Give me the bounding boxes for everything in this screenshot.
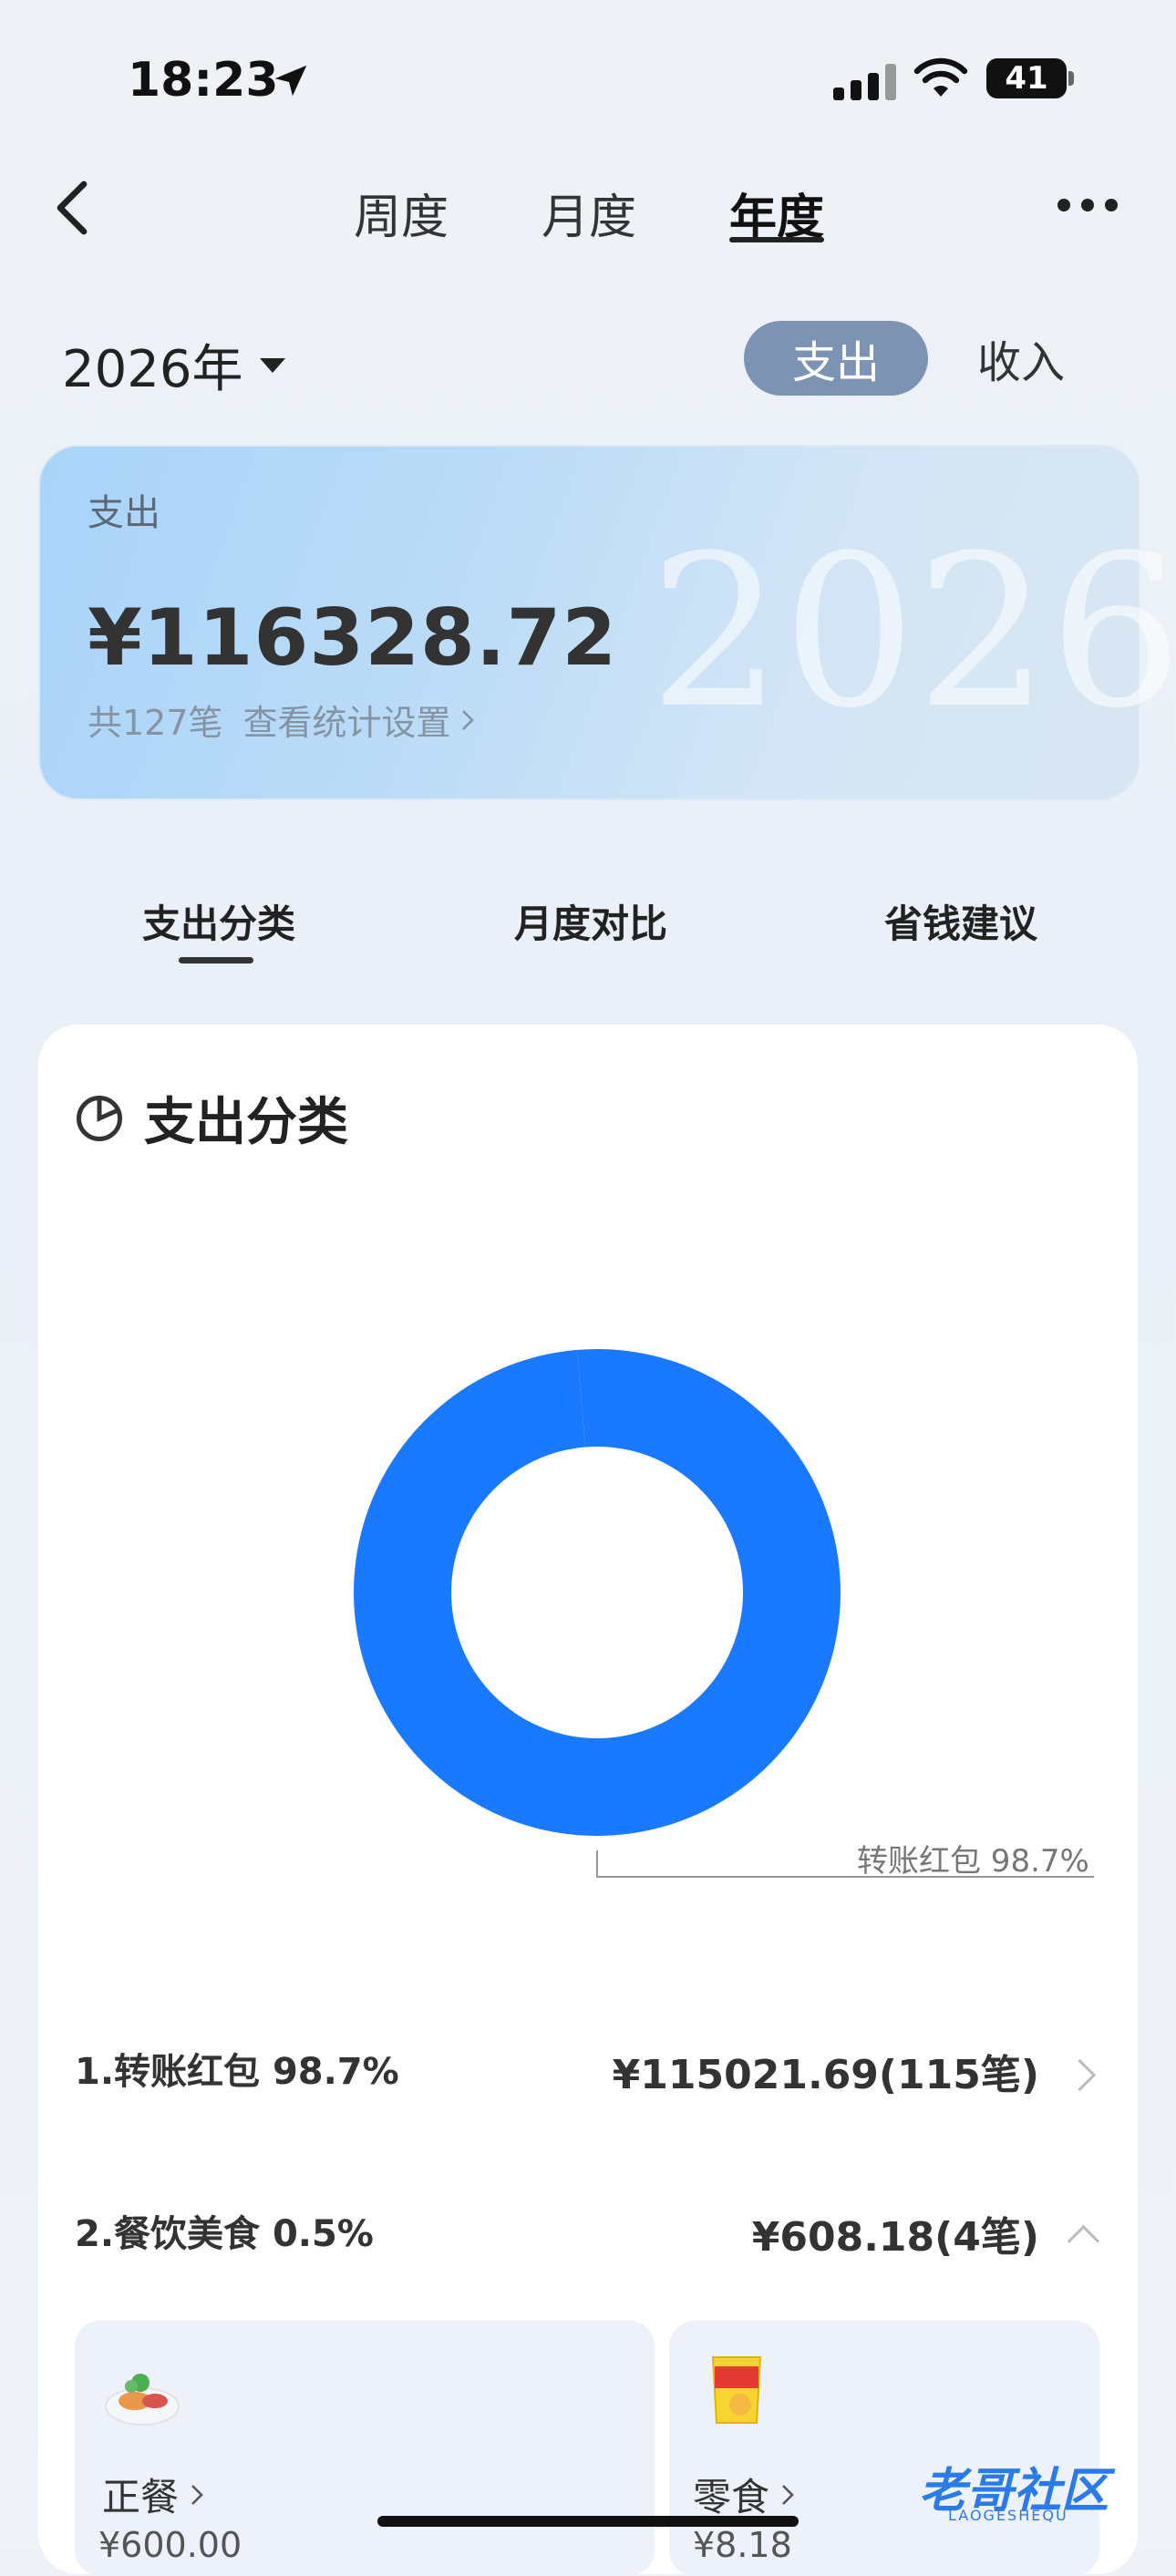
category-row-1-amount[interactable]: ¥115021.69(115笔) — [613, 2042, 1039, 2100]
section-tab-saving-tips[interactable]: 省钱建议 — [884, 893, 1037, 949]
watermark-logo-subtext: LAOGESHEQU — [948, 2507, 1068, 2524]
tab-active-underline — [729, 237, 824, 242]
battery-indicator: 41 — [986, 58, 1067, 98]
home-indicator[interactable] — [377, 2516, 799, 2527]
category-row-2-amount[interactable]: ¥608.18(4笔) — [752, 2204, 1039, 2262]
subcategory-snack-amount: ¥8.18 — [693, 2525, 792, 2565]
wifi-icon — [913, 57, 968, 97]
summary-meta: 共127笔 查看统计设置 — [88, 695, 475, 745]
year-watermark: 2026 — [649, 511, 1176, 755]
location-arrow-icon — [274, 65, 307, 97]
year-value: 2026年 — [62, 340, 243, 399]
more-options-icon[interactable] — [1057, 199, 1118, 211]
cellular-signal-icon — [833, 60, 896, 100]
section-tab-category[interactable]: 支出分类 — [142, 893, 295, 949]
stats-settings-link[interactable]: 查看统计设置 — [243, 695, 475, 745]
income-toggle-button[interactable]: 收入 — [948, 321, 1094, 396]
tab-weekly[interactable]: 周度 — [354, 179, 449, 247]
expense-toggle-button[interactable]: 支出 — [744, 321, 928, 396]
section-tab-underline — [179, 957, 253, 963]
category-row-1-label[interactable]: 1.转账红包 98.7% — [75, 2042, 399, 2095]
pie-chart-icon — [77, 1095, 122, 1141]
snack-icon — [711, 2356, 762, 2424]
subcategory-meal-amount: ¥600.00 — [98, 2525, 242, 2565]
card-title-text: 支出分类 — [144, 1093, 348, 1152]
battery-cap — [1068, 71, 1074, 86]
category-row-2-label[interactable]: 2.餐饮美食 0.5% — [75, 2204, 374, 2257]
subcategory-meal-name[interactable]: 正餐 — [102, 2467, 204, 2522]
subcategory-meal-label: 正餐 — [102, 2475, 180, 2519]
section-tab-monthly-compare[interactable]: 月度对比 — [514, 893, 667, 949]
meal-icon — [105, 2374, 180, 2426]
chevron-right-icon — [782, 2484, 794, 2505]
year-dropdown[interactable]: 2026年 — [62, 328, 285, 402]
subcategory-snack-label: 零食 — [693, 2475, 770, 2519]
transaction-count: 共127笔 — [88, 703, 223, 743]
subcategory-snack-name[interactable]: 零食 — [693, 2467, 795, 2522]
card-title: 支出分类 — [75, 1081, 348, 1155]
caret-down-icon — [259, 357, 285, 373]
status-time: 18:23 — [128, 53, 279, 108]
donut-chart[interactable] — [354, 1349, 841, 1836]
chevron-right-icon — [191, 2484, 203, 2505]
chevron-right-icon — [461, 709, 474, 730]
stats-settings-label: 查看统计设置 — [242, 703, 451, 743]
tab-monthly[interactable]: 月度 — [542, 179, 636, 247]
summary-label: 支出 — [88, 492, 160, 534]
chart-annotation: 转账红包 98.7% — [857, 1843, 1089, 1880]
summary-amount: ¥116328.72 — [88, 592, 618, 684]
back-arrow-icon[interactable] — [51, 179, 91, 237]
